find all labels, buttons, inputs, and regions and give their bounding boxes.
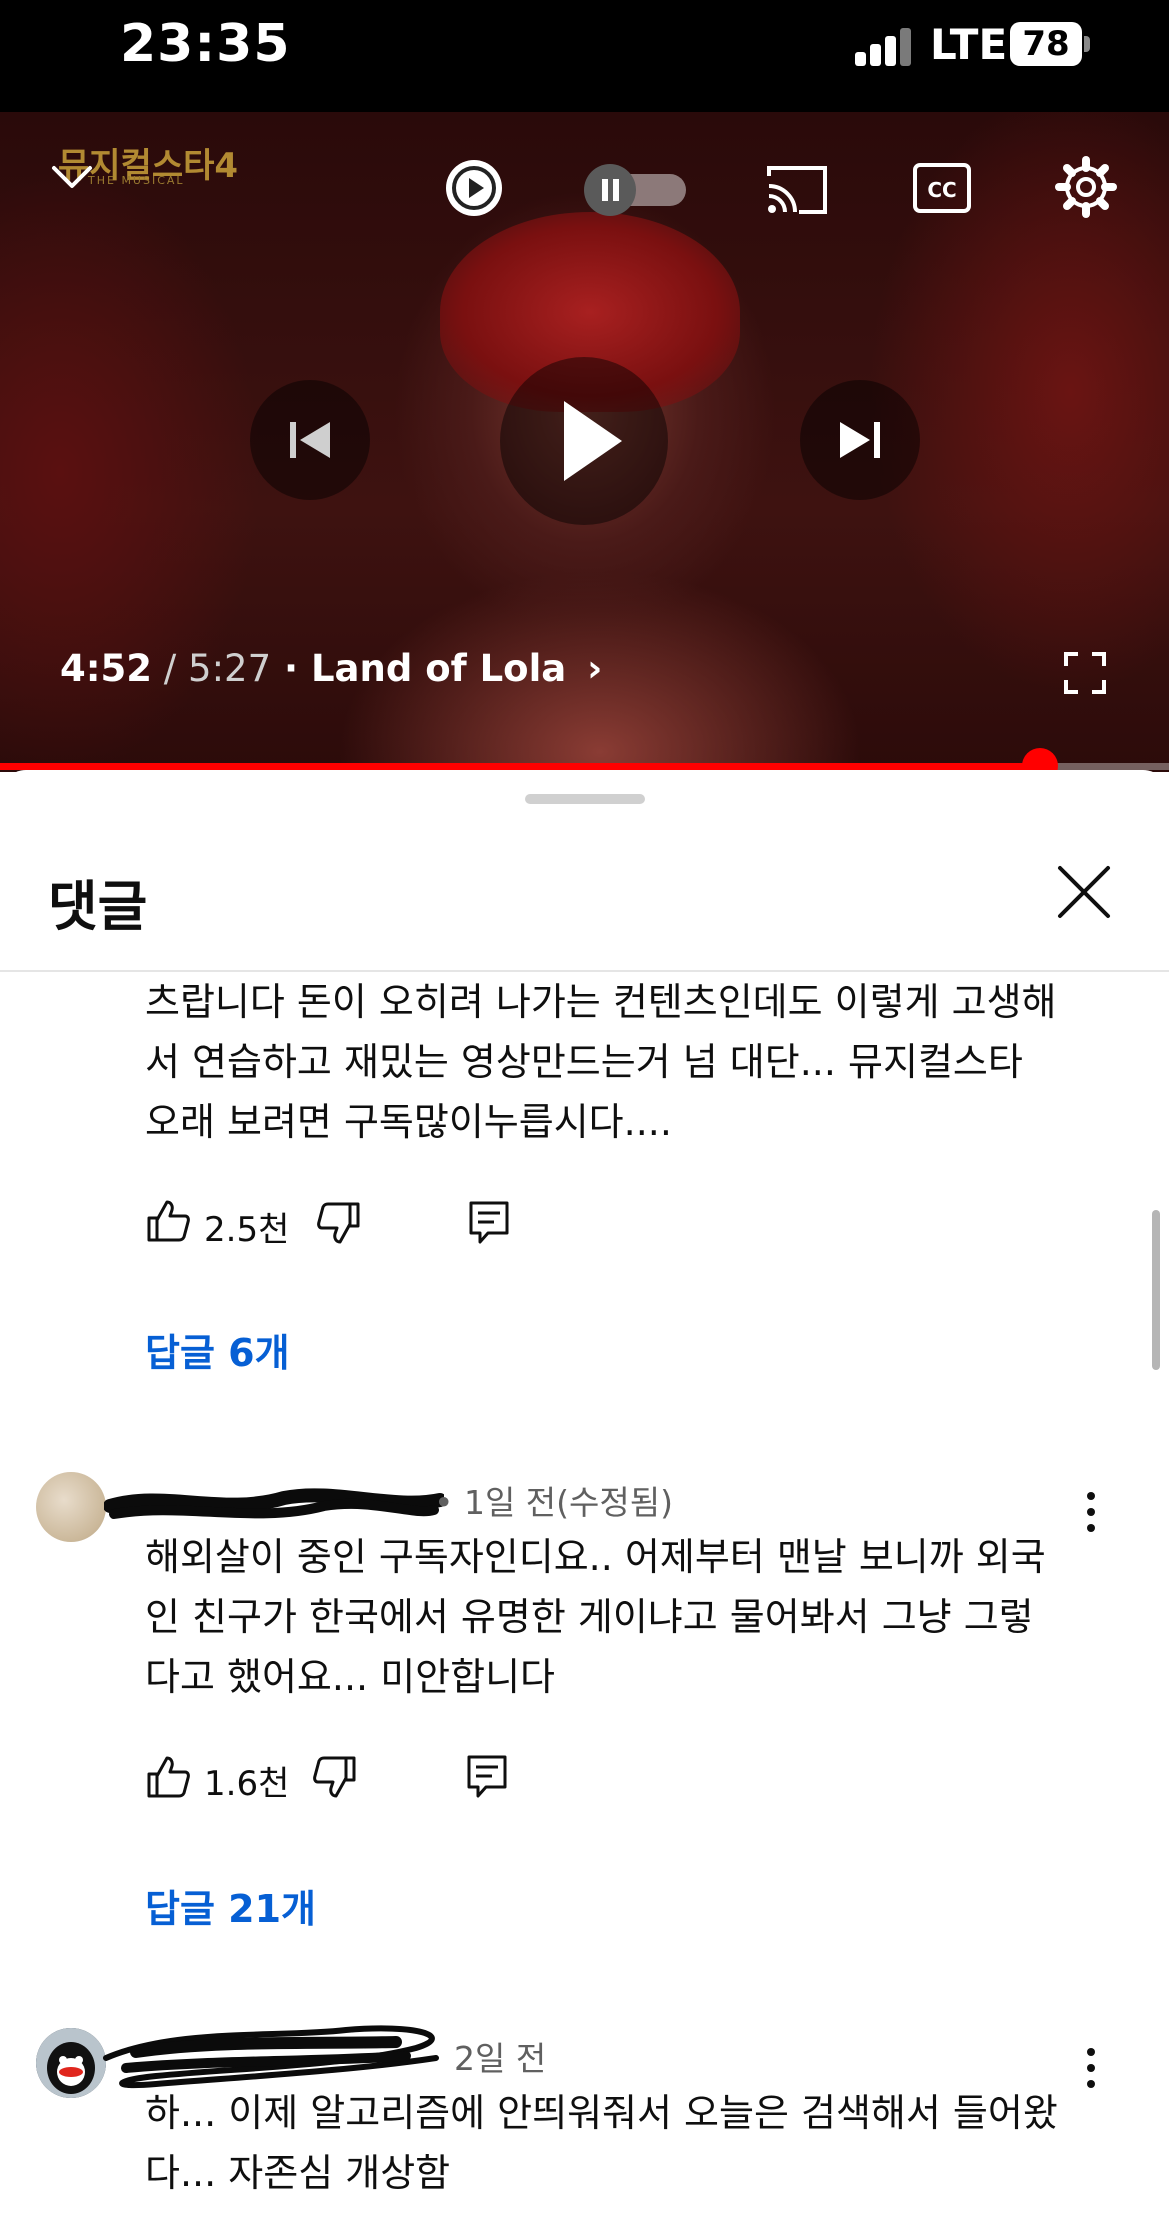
reply-icon[interactable] — [468, 1200, 510, 1246]
pause-toggle-icon[interactable] — [580, 164, 690, 216]
dislike-icon[interactable] — [316, 1202, 362, 1248]
like-icon[interactable] — [145, 1754, 191, 1800]
autoplay-icon[interactable] — [443, 157, 505, 219]
status-bar: 23:35 LTE 78 — [0, 0, 1169, 112]
like-count: 2.5천 — [204, 1210, 290, 1250]
next-button[interactable] — [800, 380, 920, 500]
comments-panel: 댓글 츠랍니다 돈이 오히려 나가는 컨텐츠인데도 이렇게 고생해 서 연습하고… — [0, 770, 1169, 2223]
duration: 5:27 — [188, 647, 272, 690]
chevron-down-icon[interactable] — [50, 162, 94, 192]
comment-text: 해외살이 중인 구독자인디요.. 어제부터 맨날 보니까 외국 인 친구가 한국… — [145, 1535, 1046, 1699]
battery-tip — [1084, 36, 1090, 52]
view-replies-link[interactable]: 답글 21개 — [145, 1878, 316, 1933]
svg-text:CC: CC — [927, 178, 956, 202]
video-player[interactable]: 뮤지컬스타4 THE MUSICAL CC 4:52 / 5:27 · Land… — [0, 112, 1169, 772]
scrollbar-thumb[interactable] — [1152, 1210, 1160, 1370]
cast-icon[interactable] — [765, 162, 829, 218]
avatar[interactable] — [36, 1472, 106, 1542]
signal-icon — [855, 26, 915, 66]
close-icon[interactable] — [1056, 864, 1112, 920]
current-time: 4:52 — [60, 647, 153, 690]
comment-text: 츠랍니다 돈이 오히려 나가는 컨텐츠인데도 이렇게 고생해 서 연습하고 재밌… — [145, 980, 1057, 1144]
captions-icon[interactable]: CC — [912, 162, 972, 214]
like-count: 1.6천 — [204, 1764, 290, 1804]
play-button[interactable] — [500, 357, 668, 525]
panel-title: 댓글 — [48, 875, 148, 938]
clock: 23:35 — [120, 14, 291, 74]
chapter-chevron-icon: › — [587, 647, 603, 690]
progress-fill — [0, 763, 1041, 770]
comment-timestamp: 2일 전 — [454, 2039, 547, 2078]
time-separator: / — [152, 647, 189, 690]
reply-icon[interactable] — [466, 1754, 508, 1800]
previous-button[interactable] — [250, 380, 370, 500]
network-type: LTE — [930, 20, 1008, 69]
next-icon — [840, 422, 880, 458]
previous-icon — [290, 422, 330, 458]
channel-logo-subtitle: THE MUSICAL — [88, 174, 185, 187]
dislike-icon[interactable] — [312, 1756, 358, 1802]
time-display[interactable]: 4:52 / 5:27 · Land of Lola › — [60, 647, 602, 690]
drag-handle[interactable] — [525, 794, 645, 804]
comment-text: 하... 이제 알고리즘에 안띄워줘서 오늘은 검색해서 들어왔 다... 자존… — [145, 2091, 1058, 2195]
play-icon — [564, 401, 622, 481]
chapter-title[interactable]: · Land of Lola — [271, 647, 566, 690]
battery-icon: 78 — [1010, 22, 1082, 66]
like-icon[interactable] — [145, 1198, 191, 1244]
fullscreen-icon[interactable] — [1064, 652, 1106, 694]
comment-timestamp: • 1일 전(수정됨) — [434, 1483, 673, 1522]
view-replies-link[interactable]: 답글 6개 — [145, 1322, 290, 1377]
settings-gear-icon[interactable] — [1055, 156, 1117, 218]
